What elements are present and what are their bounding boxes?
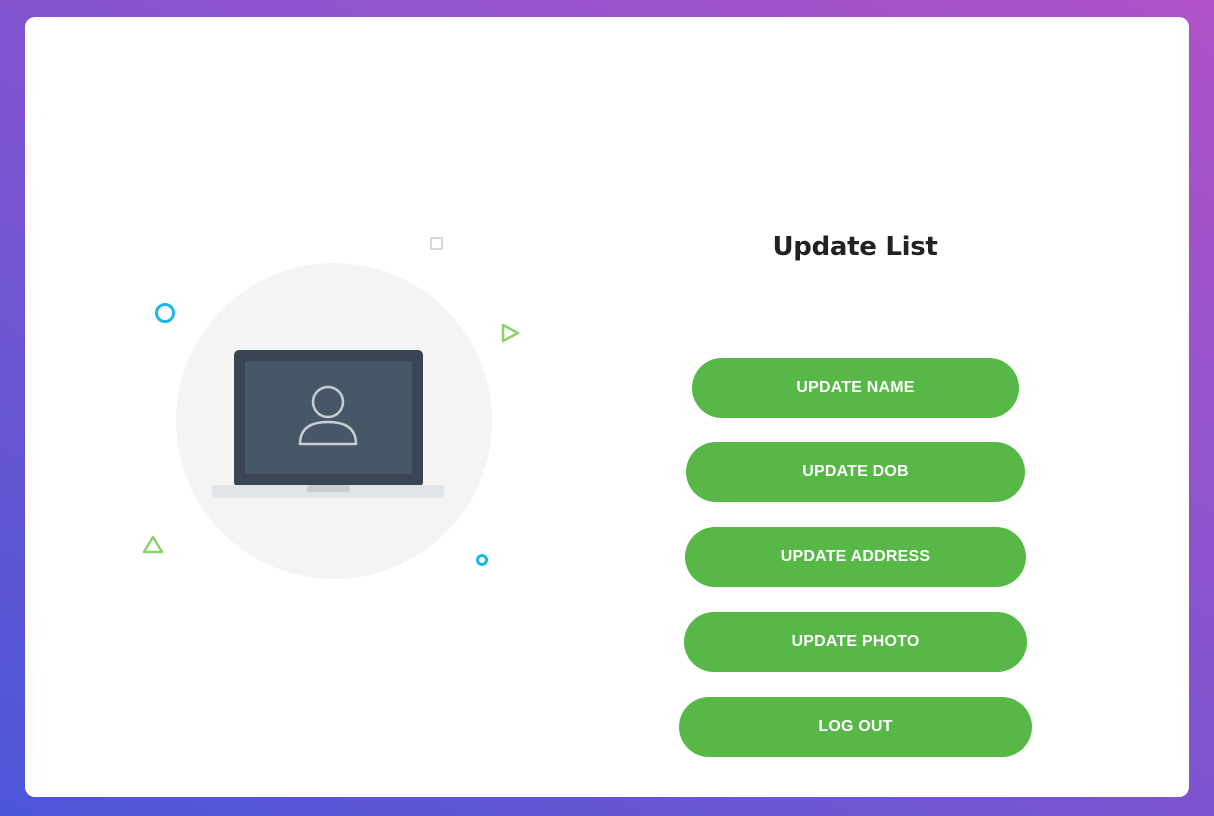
- main-card: [25, 17, 1189, 797]
- page-title: Update List: [772, 232, 938, 262]
- update-dob-button[interactable]: UPDATE DOB: [686, 442, 1025, 502]
- update-photo-button[interactable]: UPDATE PHOTO: [684, 612, 1027, 672]
- update-address-button[interactable]: UPDATE ADDRESS: [685, 527, 1026, 587]
- update-name-button[interactable]: UPDATE NAME: [692, 358, 1019, 418]
- log-out-button[interactable]: LOG OUT: [679, 697, 1032, 757]
